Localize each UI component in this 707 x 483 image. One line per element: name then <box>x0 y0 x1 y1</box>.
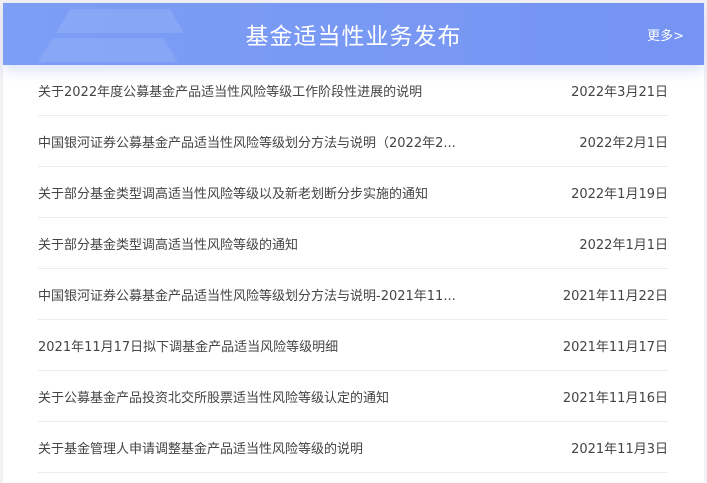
item-date: 2022年1月19日 <box>571 186 668 202</box>
list-item[interactable]: 中国银河证券公募基金产品适当性风险等级划分方法与说明-2021年11... 202… <box>38 269 668 320</box>
announcement-list: 关于2022年度公募基金产品适当性风险等级工作阶段性进展的说明 2022年3月21… <box>38 65 668 473</box>
item-title[interactable]: 关于部分基金类型调高适当性风险等级以及新老划断分步实施的通知 <box>38 183 428 202</box>
item-title[interactable]: 中国银河证券公募基金产品适当性风险等级划分方法与说明-2021年11... <box>38 285 456 304</box>
item-date: 2021年11月17日 <box>562 339 668 355</box>
item-date: 2022年2月1日 <box>579 135 668 151</box>
item-date: 2022年3月21日 <box>571 84 668 100</box>
list-item[interactable]: 关于基金管理人申请调整基金产品适当性风险等级的说明 2021年11月3日 <box>38 422 668 473</box>
item-date: 2022年1月1日 <box>579 237 668 253</box>
item-title[interactable]: 关于公募基金产品投资北交所股票适当性风险等级认定的通知 <box>38 387 389 406</box>
item-date: 2021年11月16日 <box>562 390 668 406</box>
item-date: 2021年11月22日 <box>562 288 668 304</box>
list-item[interactable]: 关于部分基金类型调高适当性风险等级以及新老划断分步实施的通知 2022年1月19日 <box>38 167 668 218</box>
list-item[interactable]: 关于公募基金产品投资北交所股票适当性风险等级认定的通知 2021年11月16日 <box>38 371 668 422</box>
item-title[interactable]: 关于2022年度公募基金产品适当性风险等级工作阶段性进展的说明 <box>38 81 422 100</box>
item-title[interactable]: 关于基金管理人申请调整基金产品适当性风险等级的说明 <box>38 438 363 457</box>
announcement-card: 基金适当性业务发布 更多> 关于2022年度公募基金产品适当性风险等级工作阶段性… <box>3 3 704 483</box>
item-title[interactable]: 中国银河证券公募基金产品适当性风险等级划分方法与说明（2022年2... <box>38 132 456 151</box>
item-title[interactable]: 关于部分基金类型调高适当性风险等级的通知 <box>38 234 298 253</box>
list-item[interactable]: 2021年11月17日拟下调基金产品适当风险等级明细 2021年11月17日 <box>38 320 668 371</box>
list-item[interactable]: 关于部分基金类型调高适当性风险等级的通知 2022年1月1日 <box>38 218 668 269</box>
card-title: 基金适当性业务发布 <box>245 24 462 50</box>
item-date: 2021年11月3日 <box>571 441 668 457</box>
card-header: 基金适当性业务发布 更多> <box>3 3 704 65</box>
list-item[interactable]: 中国银河证券公募基金产品适当性风险等级划分方法与说明（2022年2... 2022… <box>38 116 668 167</box>
item-title[interactable]: 2021年11月17日拟下调基金产品适当风险等级明细 <box>38 336 338 355</box>
more-link[interactable]: 更多> <box>647 25 684 44</box>
list-item[interactable]: 关于2022年度公募基金产品适当性风险等级工作阶段性进展的说明 2022年3月21… <box>38 65 668 116</box>
